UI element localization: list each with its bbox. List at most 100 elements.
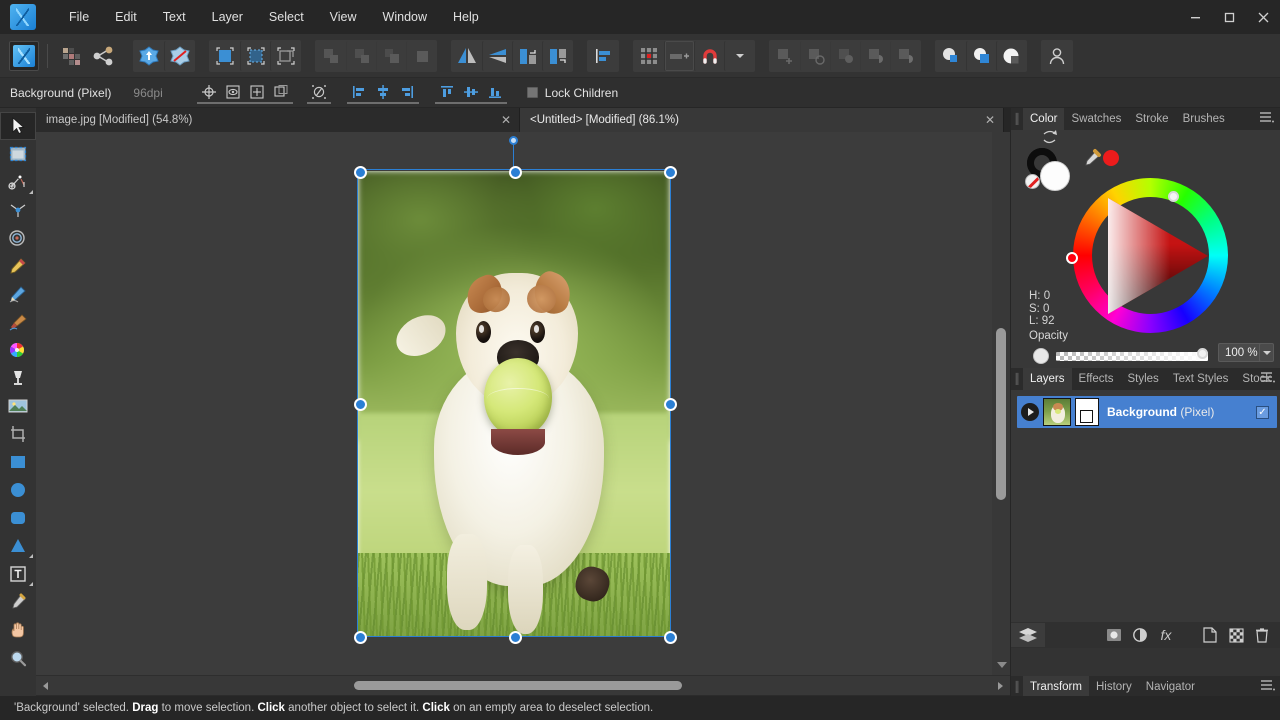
opacity-slider-knob[interactable] <box>1197 348 1208 359</box>
menu-item-view[interactable]: View <box>317 4 370 30</box>
menu-item-window[interactable]: Window <box>370 4 440 30</box>
tab-brushes[interactable]: Brushes <box>1176 108 1232 130</box>
align-right-icon[interactable] <box>394 82 419 104</box>
tab-history[interactable]: History <box>1089 676 1139 698</box>
opacity-value-field[interactable]: 100 % <box>1218 343 1262 362</box>
handle-top-center[interactable] <box>509 166 522 179</box>
menu-item-help[interactable]: Help <box>440 4 492 30</box>
handle-middle-left[interactable] <box>354 398 367 411</box>
vertical-scrollbar-thumb[interactable] <box>996 328 1006 500</box>
rounded-rectangle-tool[interactable] <box>0 504 36 532</box>
paint-brush-tool[interactable] <box>0 308 36 336</box>
checker-mask-icon[interactable] <box>1223 623 1249 647</box>
tab-text-styles[interactable]: Text Styles <box>1166 368 1236 390</box>
place-image-tool[interactable] <box>0 392 36 420</box>
tab-stroke[interactable]: Stroke <box>1128 108 1175 130</box>
crosshair-circle-icon[interactable] <box>196 82 221 104</box>
align-center-horizontal-icon[interactable] <box>370 82 395 104</box>
copy-button[interactable] <box>346 40 376 71</box>
menu-item-edit[interactable]: Edit <box>102 4 150 30</box>
tab-color[interactable]: Color <box>1023 108 1065 130</box>
no-color-swatch[interactable] <box>1025 174 1040 189</box>
snapping-dropdown-button[interactable] <box>724 40 754 71</box>
selection-box-icon[interactable] <box>268 82 293 104</box>
triangle-tool[interactable] <box>0 532 36 560</box>
boolean-divide-button[interactable] <box>860 40 890 71</box>
align-middle-icon[interactable] <box>458 82 483 104</box>
close-icon[interactable]: ✕ <box>975 113 995 127</box>
pencil-tool[interactable] <box>0 280 36 308</box>
trash-icon[interactable] <box>1249 623 1275 647</box>
photo-persona-button[interactable] <box>9 40 39 71</box>
ellipse-tool[interactable] <box>0 476 36 504</box>
artistic-text-tool[interactable] <box>0 560 36 588</box>
align-bottom-icon[interactable] <box>482 82 507 104</box>
eye-box-icon[interactable] <box>220 82 245 104</box>
document-tab[interactable]: <Untitled> [Modified] (86.1%) ✕ <box>520 108 1004 132</box>
artboard-tool[interactable] <box>0 140 36 168</box>
layer-list[interactable]: Background (Pixel) ✓ <box>1011 394 1280 622</box>
align-left-icon[interactable] <box>346 82 371 104</box>
canvas-area[interactable] <box>36 132 1010 675</box>
layer-visibility-checkbox[interactable]: ✓ <box>1256 405 1269 419</box>
handle-bottom-center[interactable] <box>509 631 522 644</box>
rotation-handle[interactable] <box>509 136 518 145</box>
document-tab[interactable]: image.jpg [Modified] (54.8%) ✕ <box>36 108 520 132</box>
tab-transform[interactable]: Transform <box>1023 676 1089 698</box>
panel-menu-icon[interactable] <box>1260 112 1274 123</box>
scroll-right-arrow-icon[interactable] <box>998 682 1003 690</box>
saturation-knob[interactable] <box>1168 191 1179 202</box>
swap-colors-icon[interactable] <box>1042 130 1058 144</box>
hue-knob[interactable] <box>1066 252 1078 264</box>
vector-crop-tool[interactable] <box>0 224 36 252</box>
tab-navigator[interactable]: Navigator <box>1139 676 1202 698</box>
magnet-button[interactable] <box>694 40 724 71</box>
current-color-indicator[interactable] <box>1103 150 1119 166</box>
close-icon[interactable]: ✕ <box>491 113 511 127</box>
boolean-add-button[interactable] <box>770 41 800 71</box>
handle-top-left[interactable] <box>354 166 367 179</box>
menu-item-file[interactable]: File <box>56 4 102 30</box>
flip-horizontal-button[interactable] <box>452 41 482 71</box>
minimize-button[interactable] <box>1178 0 1212 34</box>
scroll-down-arrow-icon[interactable] <box>997 662 1007 668</box>
layer-stack-icon[interactable] <box>1011 623 1045 647</box>
handle-bottom-right[interactable] <box>664 631 677 644</box>
menu-item-select[interactable]: Select <box>256 4 317 30</box>
color-palette-tool[interactable] <box>0 336 36 364</box>
rotate-ccw-button[interactable] <box>512 40 542 71</box>
canvas-vertical-scrollbar[interactable] <box>992 132 1010 675</box>
grid-button[interactable] <box>634 41 664 71</box>
assistant-enabled-button[interactable] <box>134 41 164 71</box>
boolean-combine-button[interactable] <box>890 40 920 71</box>
handle-bottom-left[interactable] <box>354 631 367 644</box>
layer-row[interactable]: Background (Pixel) ✓ <box>1017 396 1277 428</box>
liquify-persona-button[interactable] <box>56 41 86 71</box>
transform-handles-icon[interactable] <box>244 82 269 104</box>
tab-swatches[interactable]: Swatches <box>1064 108 1128 130</box>
snapping-candidates-button[interactable] <box>664 40 694 71</box>
paint-mixer-tool[interactable] <box>0 364 36 392</box>
account-button[interactable] <box>1042 41 1072 71</box>
artboard-image[interactable] <box>358 171 670 637</box>
fill-stroke-swatches[interactable] <box>1025 148 1083 192</box>
opacity-slider-track[interactable] <box>1056 352 1208 361</box>
horizontal-scrollbar-thumb[interactable] <box>354 681 682 690</box>
cut-button[interactable] <box>316 41 346 71</box>
corner-tool[interactable] <box>0 196 36 224</box>
eyedropper-icon[interactable] <box>1081 148 1103 170</box>
color-wheel[interactable] <box>1066 178 1228 333</box>
boolean-subtract-button[interactable] <box>800 40 830 71</box>
selection-as-layer-button[interactable] <box>240 40 270 71</box>
new-layer-icon[interactable] <box>1197 623 1223 647</box>
hand-tool[interactable] <box>0 616 36 644</box>
adjustment-layer-icon[interactable] <box>1127 623 1153 647</box>
live-filter-button[interactable] <box>966 40 996 71</box>
pen-tool[interactable] <box>0 252 36 280</box>
menu-item-layer[interactable]: Layer <box>199 4 256 30</box>
panel-grip-icon[interactable]: ║ <box>1011 368 1023 390</box>
tab-layers[interactable]: Layers <box>1023 368 1072 390</box>
maximize-button[interactable] <box>1212 0 1246 34</box>
close-button[interactable] <box>1246 0 1280 34</box>
pixel-selection-button[interactable] <box>210 41 240 71</box>
